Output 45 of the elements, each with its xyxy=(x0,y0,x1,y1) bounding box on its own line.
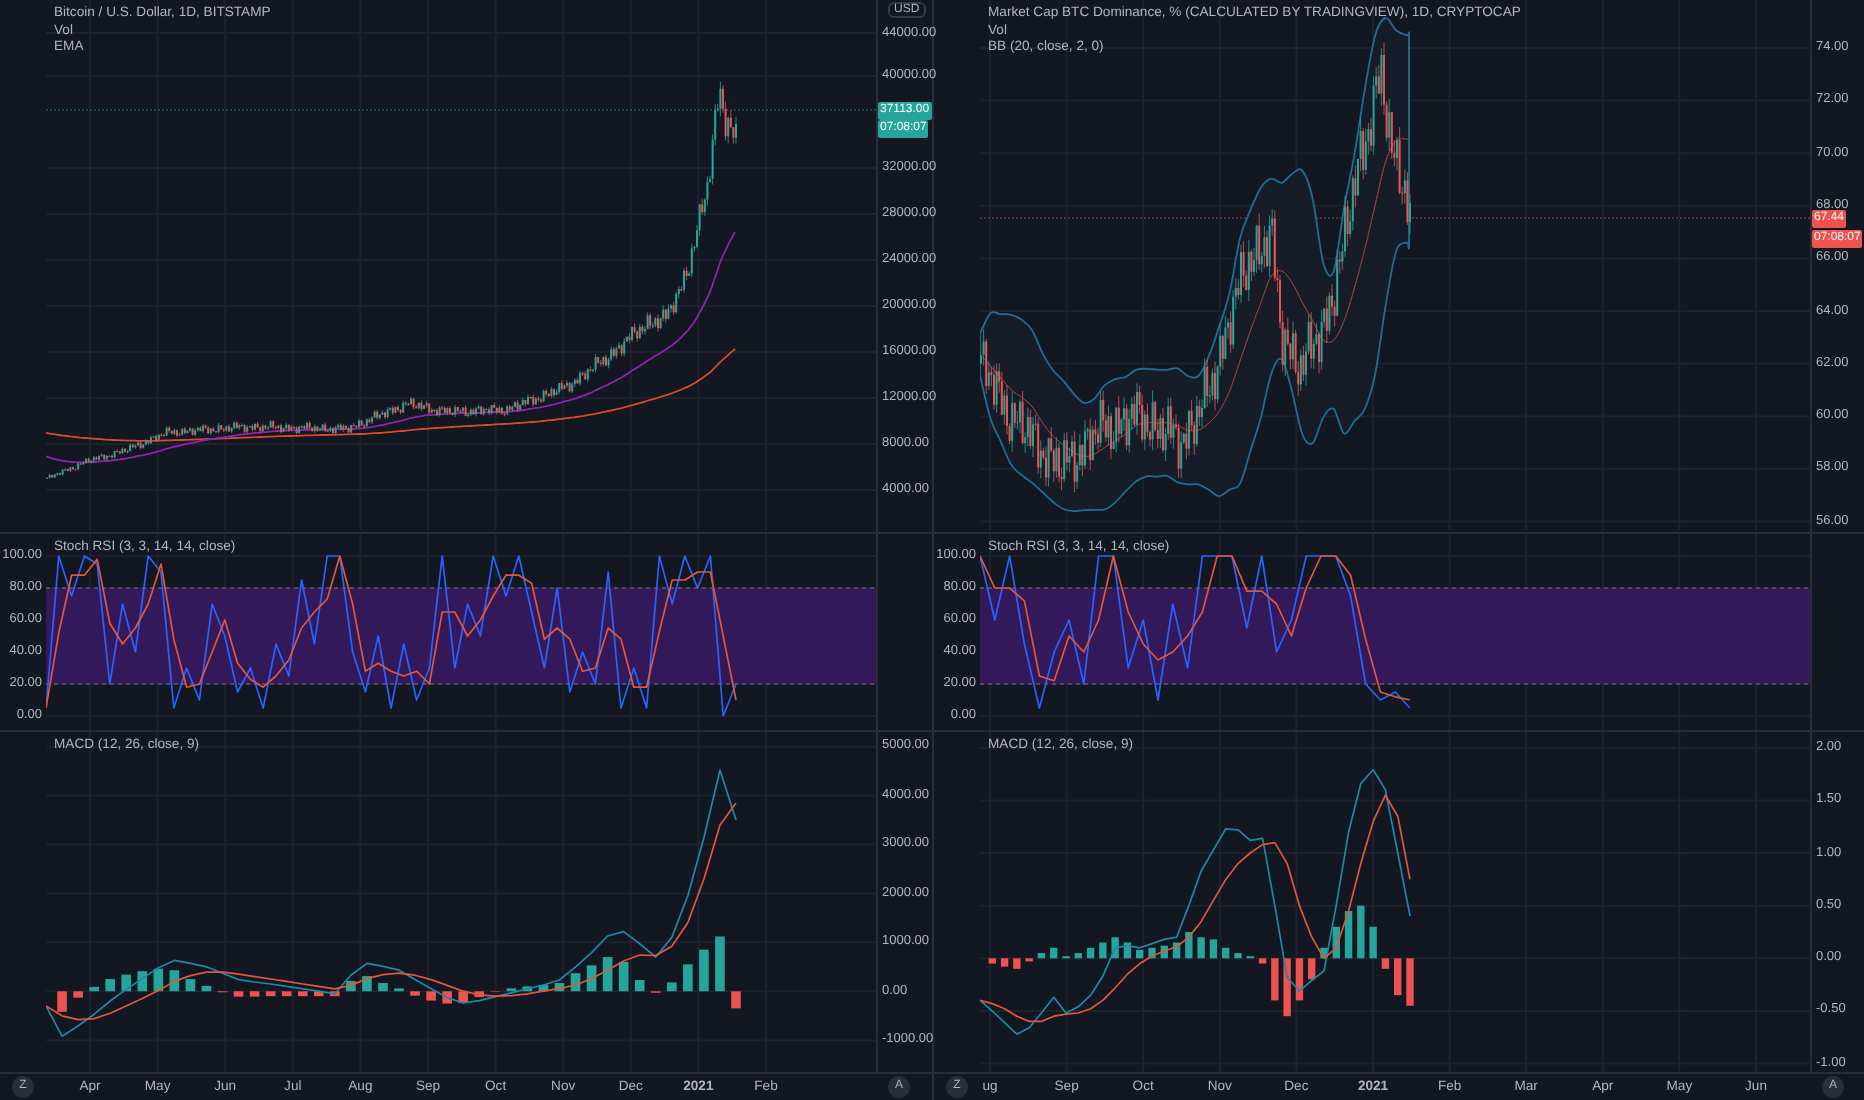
bar xyxy=(1086,947,1095,959)
bar xyxy=(121,974,132,992)
bar xyxy=(1271,958,1279,1001)
bar xyxy=(634,980,645,992)
bar xyxy=(73,991,83,998)
bar xyxy=(1357,905,1365,959)
bar xyxy=(1136,949,1144,959)
bar xyxy=(1222,947,1230,959)
bar xyxy=(185,979,196,992)
bar xyxy=(137,971,148,992)
bar xyxy=(233,991,244,997)
bar xyxy=(1185,932,1193,959)
bar xyxy=(1283,958,1291,1017)
bar xyxy=(1308,958,1316,980)
bar xyxy=(988,958,996,964)
bar xyxy=(1258,958,1267,964)
bar xyxy=(683,964,693,992)
bar xyxy=(105,979,115,992)
bar xyxy=(1369,926,1377,959)
bar xyxy=(618,961,629,992)
bar xyxy=(297,991,308,997)
bar xyxy=(1209,939,1218,959)
bar xyxy=(89,986,99,992)
bar xyxy=(249,991,260,997)
bar xyxy=(1394,958,1402,996)
bar xyxy=(1074,953,1082,959)
bar xyxy=(57,991,67,1012)
bar xyxy=(378,982,388,992)
bar xyxy=(1013,958,1021,969)
bar xyxy=(715,936,725,992)
bar xyxy=(265,991,276,997)
bar xyxy=(1381,958,1390,969)
bar xyxy=(281,991,292,997)
bar xyxy=(667,982,677,992)
bar xyxy=(1050,947,1058,959)
bar xyxy=(1234,953,1242,959)
bar xyxy=(731,991,741,1009)
bar xyxy=(1000,958,1009,967)
bar xyxy=(1037,953,1046,959)
bar xyxy=(426,991,436,1001)
bar xyxy=(1197,937,1205,959)
bar xyxy=(1295,958,1304,1001)
bar xyxy=(699,949,709,992)
bar xyxy=(1406,958,1414,1006)
bar xyxy=(1099,942,1107,959)
